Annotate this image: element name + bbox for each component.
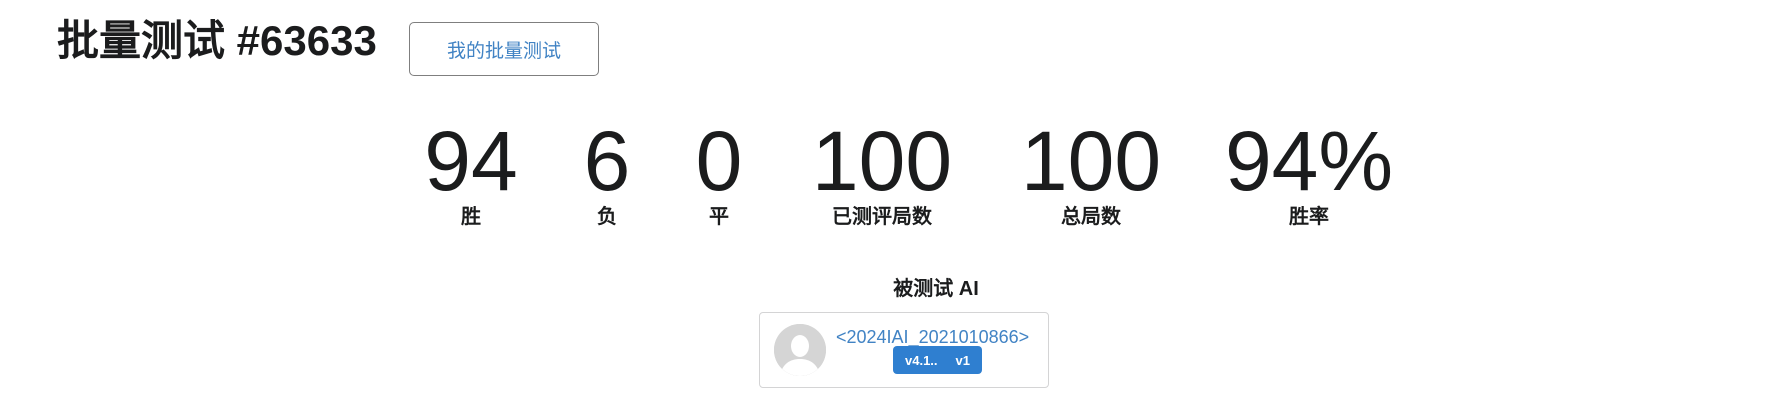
batch-test-page: 批量测试 #63633 我的批量测试 94 胜 6 负 0 平 100 已测评局…: [0, 0, 1771, 406]
tested-ai-heading: 被测试 AI: [893, 278, 979, 300]
version-badge[interactable]: v4.1.. v1: [893, 346, 982, 374]
page-title: 批量测试 #63633: [57, 17, 377, 64]
stat-label: 负: [597, 206, 617, 228]
stat-evaluated-games: 100 已测评局数: [812, 118, 952, 230]
my-batch-tests-button[interactable]: 我的批量测试: [409, 22, 599, 76]
stat-value: 94%: [1224, 114, 1394, 208]
stat-label: 胜: [461, 206, 481, 228]
stat-win-rate: 94% 胜率: [1225, 118, 1393, 230]
stat-value: 6: [583, 114, 631, 208]
stat-label: 胜率: [1289, 206, 1329, 228]
stat-wins: 94 胜: [424, 118, 517, 230]
ai-name-link[interactable]: <2024IAI_2021010866>: [836, 327, 1029, 347]
stat-losses: 6 负: [584, 118, 631, 230]
stat-value: 0: [695, 114, 743, 208]
version-label: v4.1..: [905, 352, 938, 368]
revision-label: v1: [955, 352, 970, 368]
stat-label: 已测评局数: [832, 206, 932, 228]
stat-total-games: 100 总局数: [1021, 118, 1161, 230]
tested-ai-card: <2024IAI_2021010866> v4.1.. v1: [759, 312, 1049, 388]
stat-value: 94: [424, 114, 518, 208]
stat-label: 平: [709, 206, 729, 228]
stat-label: 总局数: [1061, 206, 1121, 228]
stat-value: 100: [1020, 114, 1162, 208]
stat-value: 100: [811, 114, 953, 208]
user-avatar-icon: [774, 324, 826, 376]
stat-draws: 0 平: [696, 118, 743, 230]
